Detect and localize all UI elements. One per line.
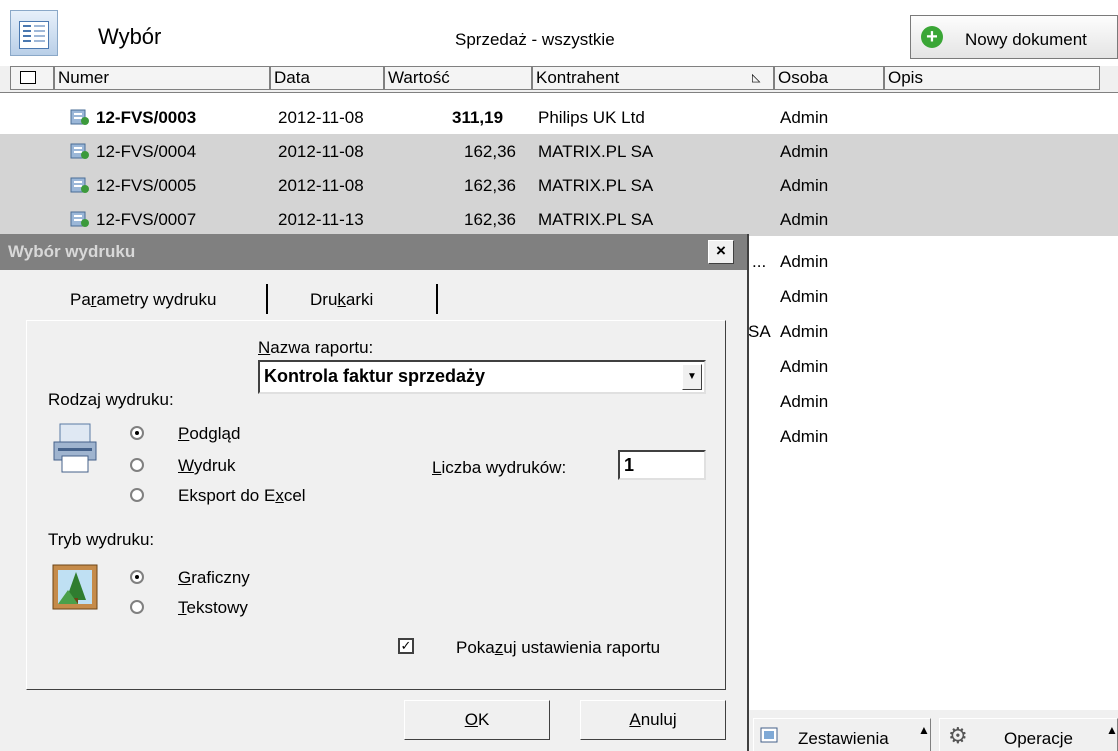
- grid-header: Numer Data Wartość Kontrahent ◺ Osoba Op…: [0, 66, 1118, 93]
- selection-view-icon[interactable]: [10, 10, 58, 56]
- invoice-icon: [70, 211, 90, 228]
- cell-osoba: Admin: [780, 252, 829, 271]
- cell-kontrahent: MATRIX.PL SA: [538, 210, 654, 229]
- new-document-button[interactable]: + Nowy dokument: [910, 15, 1118, 59]
- table-row[interactable]: 12-FVS/0005 2012-11-08 162,36 MATRIX.PL …: [0, 168, 1118, 202]
- cell-osoba: Admin: [780, 176, 829, 195]
- cell-osoba: Admin: [780, 210, 829, 229]
- tab-label: ametry wydruku: [96, 290, 217, 309]
- cell-kontrahent: ...: [752, 252, 767, 271]
- chevron-down-icon[interactable]: ▼: [682, 364, 702, 390]
- cell-wartosc: 311,19: [452, 108, 504, 127]
- graphic-mode-icon: [52, 564, 98, 615]
- cell-osoba: Admin: [780, 322, 829, 341]
- top-toolbar: Wybór Sprzedaż - wszystkie + Nowy dokume…: [0, 0, 1118, 66]
- table-row[interactable]: 12-FVS/0007 2012-11-13 162,36 MATRIX.PL …: [0, 202, 1118, 236]
- report-icon: [760, 727, 778, 748]
- print-selection-dialog: Wybór wydruku × Parametry wydruku Drukar…: [0, 234, 749, 751]
- cell-osoba: Admin: [780, 357, 829, 376]
- cell-osoba: Admin: [780, 427, 829, 446]
- cell-wartosc: 162,36: [464, 142, 516, 161]
- cell-wartosc: 162,36: [464, 176, 516, 195]
- new-document-label: Nowy dokument: [965, 30, 1087, 49]
- dialog-titlebar[interactable]: Wybór wydruku ×: [0, 234, 747, 270]
- report-name-select[interactable]: Kontrola faktur sprzedaży ▼: [258, 360, 706, 394]
- cell-osoba: Admin: [780, 108, 829, 127]
- radio-preview[interactable]: [130, 426, 144, 440]
- cell-osoba: Admin: [780, 287, 829, 306]
- cell-data: 2012-11-08: [278, 176, 364, 195]
- report-name-value: Kontrola faktur sprzedaży: [264, 366, 486, 386]
- invoice-icon: [70, 177, 90, 194]
- report-name-label: Nazwa raportu:: [258, 338, 374, 357]
- option-print-label: Wydruk: [178, 456, 236, 475]
- option-graphic-label: Graficzny: [178, 568, 250, 587]
- tab-label-accel: k: [337, 290, 346, 309]
- cell-kontrahent: MATRIX.PL SA: [538, 176, 654, 195]
- cell-osoba: Admin: [780, 142, 829, 161]
- chevron-up-icon: ▲: [918, 723, 930, 737]
- copies-label: Liczba wydruków:: [432, 458, 567, 477]
- select-all-checkbox[interactable]: [20, 71, 36, 84]
- printer-icon: [52, 422, 98, 481]
- reports-button[interactable]: Zestawienia ▲: [753, 718, 931, 751]
- ok-button[interactable]: OK: [404, 700, 550, 740]
- radio-print[interactable]: [130, 458, 144, 472]
- cell-numer: 12-FVS/0007: [96, 210, 197, 229]
- bottom-toolbar: Zestawienia ▲ ⚙ Operacje ▲: [749, 710, 1118, 751]
- print-mode-label: Tryb wydruku:: [48, 530, 155, 549]
- show-settings-checkbox[interactable]: ✓: [398, 638, 414, 654]
- tab-label: Dru: [310, 290, 338, 309]
- copies-input[interactable]: 1: [618, 450, 706, 480]
- invoice-icon: [70, 109, 90, 126]
- column-wartosc[interactable]: Wartość: [384, 66, 532, 90]
- sort-ascending-icon: ◺: [752, 72, 761, 84]
- column-osoba[interactable]: Osoba: [774, 66, 884, 90]
- radio-text[interactable]: [130, 600, 144, 614]
- tab-label: arki: [345, 290, 374, 309]
- close-icon[interactable]: ×: [708, 240, 734, 264]
- chevron-up-icon: ▲: [1106, 723, 1118, 737]
- table-row[interactable]: 12-FVS/0004 2012-11-08 162,36 MATRIX.PL …: [0, 134, 1118, 168]
- option-preview-label: Podgląd: [178, 424, 241, 443]
- copies-value: 1: [624, 455, 635, 475]
- show-settings-label: Pokazuj ustawienia raportu: [456, 638, 661, 657]
- table-row[interactable]: 12-FVS/0003 2012-11-08 311,19 Philips UK…: [0, 100, 1118, 134]
- tab-divider: [266, 284, 268, 314]
- option-excel-label: Eksport do Excel: [178, 486, 306, 505]
- column-kontrahent[interactable]: Kontrahent: [532, 66, 774, 90]
- tab-print-parameters[interactable]: Parametry wydruku: [70, 286, 216, 320]
- operations-label: Operacje: [1004, 729, 1073, 748]
- operations-button[interactable]: ⚙ Operacje ▲: [939, 718, 1118, 751]
- gear-icon: ⚙: [948, 723, 968, 748]
- cell-data: 2012-11-13: [278, 210, 364, 229]
- dialog-title: Wybór wydruku: [8, 242, 136, 261]
- invoice-icon: [70, 143, 90, 160]
- cell-data: 2012-11-08: [278, 108, 364, 127]
- plus-icon: +: [921, 26, 943, 48]
- cell-numer: 12-FVS/0005: [96, 176, 197, 195]
- tab-divider: [436, 284, 438, 314]
- selection-label[interactable]: Wybór: [98, 24, 161, 50]
- column-numer[interactable]: Numer: [54, 66, 270, 90]
- cell-numer: 12-FVS/0004: [96, 142, 197, 161]
- cancel-button[interactable]: Anuluj: [580, 700, 726, 740]
- cell-kontrahent: SA: [748, 322, 771, 341]
- cell-kontrahent: Philips UK Ltd: [538, 108, 645, 127]
- option-text-label: Tekstowy: [178, 598, 248, 617]
- cell-data: 2012-11-08: [278, 142, 364, 161]
- view-title: Sprzedaż - wszystkie: [455, 30, 615, 49]
- column-opis[interactable]: Opis: [884, 66, 1100, 90]
- cell-numer: 12-FVS/0003: [96, 108, 197, 127]
- column-data[interactable]: Data: [270, 66, 384, 90]
- radio-excel-export[interactable]: [130, 488, 144, 502]
- radio-graphic[interactable]: [130, 570, 144, 584]
- tab-printers[interactable]: Drukarki: [310, 286, 373, 320]
- cell-kontrahent: MATRIX.PL SA: [538, 142, 654, 161]
- reports-label: Zestawienia: [798, 729, 889, 748]
- cell-wartosc: 162,36: [464, 210, 516, 229]
- tab-label: Pa: [70, 290, 91, 309]
- cell-osoba: Admin: [780, 392, 829, 411]
- print-type-label: Rodzaj wydruku:: [48, 390, 174, 409]
